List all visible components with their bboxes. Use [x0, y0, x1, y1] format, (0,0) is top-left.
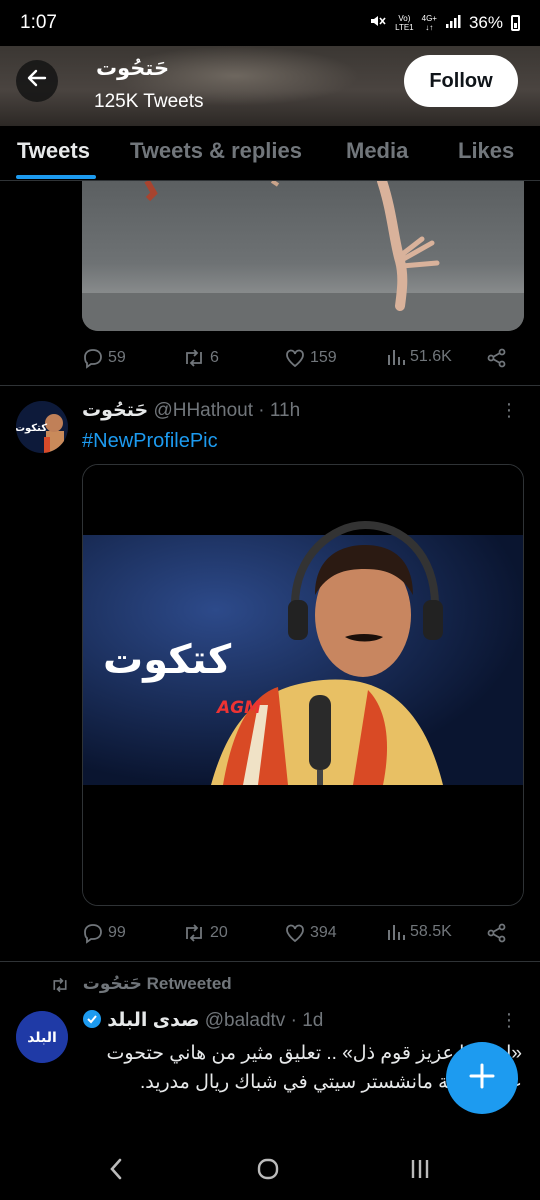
tweet-divider [0, 961, 540, 962]
svg-text:كتكوت: كتكوت [16, 423, 47, 434]
tweet-author-name[interactable]: حَتحُوت [82, 400, 148, 421]
like-count: 159 [310, 349, 337, 366]
media-caption: كتكوت [103, 637, 232, 683]
battery-icon [511, 15, 520, 31]
like-count: 394 [310, 924, 337, 941]
mute-icon [369, 12, 387, 35]
status-bar: 1:07 Vo) LTE1 4G+ ↓↑ 36% [0, 0, 540, 46]
system-nav-bar [0, 1140, 540, 1200]
like-button[interactable]: 159 [284, 347, 337, 369]
tweet-media-image[interactable]: كتكوت AGM [82, 464, 524, 906]
reply-icon [84, 349, 102, 369]
plus-icon [468, 1057, 496, 1100]
like-button[interactable]: 394 [284, 922, 337, 944]
views-count: 58.5K [410, 923, 452, 940]
more-options-icon[interactable]: ⋮ [500, 401, 518, 419]
reply-button[interactable]: 59 [82, 347, 126, 369]
media-logo: AGM [215, 698, 261, 718]
nav-back-button[interactable] [86, 1152, 146, 1186]
heart-icon [286, 349, 304, 368]
views-icon [388, 925, 405, 940]
views-icon [388, 350, 405, 365]
retweet-count: 20 [210, 924, 228, 941]
tweet-header: صدى البلد @baladtv · 1d [82, 1009, 323, 1032]
retweet-button[interactable]: 6 [182, 347, 219, 369]
tweet-author-handle[interactable]: @HHathout [153, 400, 253, 421]
status-time: 1:07 [20, 12, 57, 33]
tweet-time: 11h [269, 400, 301, 421]
views-count: 51.6K [410, 348, 452, 365]
tweet-author-name[interactable]: صدى البلد [107, 1010, 199, 1031]
verified-badge-icon [82, 1010, 107, 1031]
retweet-button[interactable]: 20 [182, 922, 228, 944]
compose-tweet-button[interactable] [446, 1042, 518, 1114]
battery-percent: 36% [468, 13, 503, 32]
tweet-actions: 59 6 159 51.6K [82, 347, 512, 377]
nav-recents-button[interactable] [390, 1152, 450, 1186]
retweet-indicator[interactable]: حَتحُوت Retweeted [50, 974, 232, 994]
retweet-label: حَتحُوت Retweeted [82, 974, 232, 993]
tweet-divider [0, 385, 540, 386]
tab-media[interactable]: Media [346, 138, 408, 164]
views-button[interactable]: 51.6K [386, 347, 452, 367]
profile-header: حَتحُوت 125K Tweets Follow [0, 46, 540, 126]
tab-tweets[interactable]: Tweets [17, 138, 90, 164]
chevron-left-icon [110, 1158, 122, 1180]
avatar[interactable]: البلد [16, 1011, 68, 1063]
tab-tweets-replies[interactable]: Tweets & replies [130, 138, 302, 164]
tab-indicator [16, 175, 96, 179]
heart-icon [286, 924, 304, 943]
more-options-icon[interactable]: ⋮ [500, 1011, 518, 1029]
retweet-icon [186, 349, 202, 367]
tweet-author-handle[interactable]: @baladtv [205, 1010, 286, 1031]
profile-tabs: Tweets Tweets & replies Media Likes [0, 126, 540, 181]
tweet-hashtag[interactable]: #NewProfilePic [82, 430, 218, 453]
arrow-left-icon [25, 66, 49, 97]
back-button[interactable] [16, 60, 58, 102]
follow-button[interactable]: Follow [404, 55, 518, 107]
reply-count: 99 [108, 924, 126, 941]
retweet-count: 6 [210, 349, 219, 366]
nav-home-button[interactable] [238, 1152, 298, 1186]
signal-icon [445, 13, 461, 34]
retweet-icon [53, 977, 67, 992]
reply-icon [84, 924, 102, 944]
tweet-media-image[interactable] [82, 181, 524, 331]
reply-button[interactable]: 99 [82, 922, 126, 944]
reply-count: 59 [108, 349, 126, 366]
retweet-icon [186, 924, 202, 942]
svg-text:البلد: البلد [27, 1030, 57, 1046]
views-button[interactable]: 58.5K [386, 922, 452, 942]
volte-indicator: Vo) LTE1 [395, 14, 414, 32]
network-indicator: 4G+ ↓↑ [421, 14, 437, 32]
tweet-actions: 99 20 394 58.5K [82, 922, 512, 952]
tweet-time: 1d [302, 1010, 324, 1031]
profile-name: حَتحُوت [96, 57, 170, 80]
share-icon [487, 923, 506, 943]
share-button[interactable] [486, 347, 508, 369]
home-circle-icon [257, 1158, 279, 1180]
recents-icon [411, 1160, 429, 1178]
tab-likes[interactable]: Likes [458, 138, 514, 164]
share-icon [487, 348, 506, 368]
tweet-header: حَتحُوت @HHathout · 11h [82, 400, 301, 421]
avatar[interactable]: كتكوت [16, 401, 68, 453]
tweet-count: 125K Tweets [94, 91, 204, 112]
share-button[interactable] [486, 922, 508, 944]
